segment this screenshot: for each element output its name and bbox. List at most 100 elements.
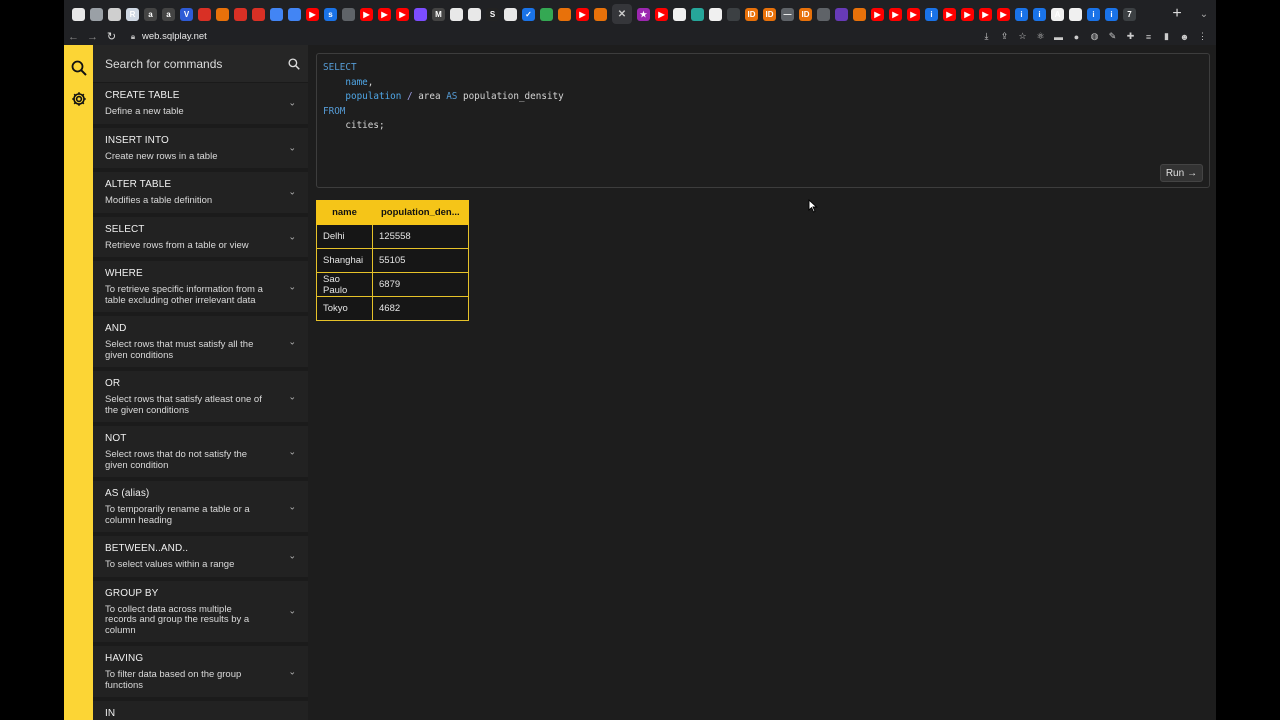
tab-leaf-icon[interactable] <box>468 7 481 21</box>
command-search-input[interactable] <box>105 56 288 71</box>
command-item[interactable]: CREATE TABLE Define a new table ⌄ <box>93 83 308 128</box>
command-item[interactable]: NOT Select rows that do not satisfy the g… <box>93 426 308 481</box>
share-icon[interactable]: ⇪ <box>999 31 1010 42</box>
bookmark-star-icon[interactable]: ☆ <box>1017 31 1028 42</box>
command-item[interactable]: BETWEEN..AND.. To select values within a … <box>93 536 308 581</box>
search-icon[interactable] <box>288 57 300 70</box>
tab-check-icon[interactable]: ✓ <box>522 7 535 21</box>
tab-info-icon[interactable]: i <box>1105 7 1118 21</box>
tab-blue-swirl-icon[interactable] <box>270 7 283 21</box>
tab-globe-icon[interactable] <box>90 7 103 21</box>
tab-a-logo-icon[interactable]: a <box>144 7 157 21</box>
tab-id-logo-icon[interactable]: ID <box>799 7 812 21</box>
tab-purple-box-icon[interactable] <box>835 7 848 21</box>
tab-teal-box-icon[interactable] <box>691 7 704 21</box>
chevron-down-icon[interactable]: ⌄ <box>288 336 296 347</box>
tab-doc-icon[interactable] <box>450 7 463 21</box>
tab-youtube-icon[interactable]: ▶ <box>396 7 409 21</box>
chevron-down-icon[interactable]: ⌄ <box>288 231 296 242</box>
install-icon[interactable]: ⤓ <box>981 31 992 42</box>
tab-r-logo-icon[interactable]: R <box>126 7 139 21</box>
tab-v-logo-icon[interactable]: V <box>180 7 193 21</box>
tab-blue-swirl-icon[interactable] <box>288 7 301 21</box>
tab-youtube-icon[interactable]: ▶ <box>306 7 319 21</box>
active-tab-close-icon[interactable]: ✕ <box>612 4 632 24</box>
extension-red-icon[interactable]: ▬ <box>1053 31 1064 42</box>
chevron-down-icon[interactable]: ⌄ <box>288 391 296 402</box>
tab-gmail-icon[interactable]: M <box>432 7 445 21</box>
command-item[interactable]: GROUP BY To collect data across multiple … <box>93 580 308 646</box>
tab-info-icon[interactable]: i <box>1033 7 1046 21</box>
command-item[interactable]: ALTER TABLE Modifies a table definition ⌄ <box>93 172 308 217</box>
tab-id-logo-icon[interactable]: ID <box>745 7 758 21</box>
chevron-down-icon[interactable]: ⌄ <box>288 142 296 153</box>
new-tab-button[interactable]: + <box>1162 5 1192 23</box>
tab-youtube-icon[interactable]: ▶ <box>943 7 956 21</box>
command-item[interactable]: AS (alias) To temporarily rename a table … <box>93 481 308 536</box>
back-arrow-icon[interactable]: ← <box>64 31 83 43</box>
command-item[interactable]: AND Select rows that must satisfy all the… <box>93 316 308 371</box>
tab-id-logo-icon[interactable]: ID <box>763 7 776 21</box>
tab-youtube-icon[interactable]: ▶ <box>889 7 902 21</box>
forward-arrow-icon[interactable]: → <box>83 31 102 43</box>
kebab-menu-icon[interactable]: ⋮ <box>1197 31 1208 42</box>
tab-info-icon[interactable]: i <box>925 7 938 21</box>
tab-search-chevron-icon[interactable]: ⌄ <box>1192 9 1216 20</box>
reload-icon[interactable]: ↻ <box>102 30 121 43</box>
tab-youtube-icon[interactable]: ▶ <box>378 7 391 21</box>
tab-star-icon[interactable]: ★ <box>637 7 650 21</box>
tab-github-icon[interactable] <box>709 7 722 21</box>
tab-red-box-icon[interactable] <box>198 7 211 21</box>
tab-youtube-icon[interactable]: ▶ <box>907 7 920 21</box>
tab-red-box-icon[interactable] <box>234 7 247 21</box>
chevron-down-icon[interactable]: ⌄ <box>288 281 296 292</box>
tab-info-icon[interactable]: i <box>1015 7 1028 21</box>
extensions-puzzle-icon[interactable]: ✚ <box>1125 31 1136 42</box>
tab-youtube-icon[interactable]: ▶ <box>360 7 373 21</box>
sql-code[interactable]: SELECT name, population / area AS popula… <box>323 61 564 134</box>
command-item[interactable]: HAVING To filter data based on the group … <box>93 646 308 701</box>
tab-youtube-icon[interactable]: ▶ <box>979 7 992 21</box>
tab-seven-icon[interactable]: 7 <box>1123 7 1136 21</box>
command-item[interactable]: WHERE To retrieve specific information fr… <box>93 261 308 316</box>
run-button[interactable]: Run → <box>1160 164 1203 182</box>
tab-orange-box-icon[interactable] <box>594 7 607 21</box>
tab-blue-s-icon[interactable]: s <box>324 7 337 21</box>
tab-circle-purple-icon[interactable] <box>414 7 427 21</box>
tab-youtube-icon[interactable]: ▶ <box>871 7 884 21</box>
tab-orange-box-icon[interactable] <box>853 7 866 21</box>
tab-info-icon[interactable]: i <box>1087 7 1100 21</box>
profile-avatar-icon[interactable]: ☻ <box>1179 31 1190 42</box>
tab-green-pin-icon[interactable] <box>540 7 553 21</box>
chevron-down-icon[interactable]: ⌄ <box>288 501 296 512</box>
reading-list-icon[interactable]: ≡ <box>1143 31 1154 42</box>
chevron-down-icon[interactable]: ⌄ <box>288 187 296 198</box>
command-item[interactable]: IN <box>93 701 308 720</box>
command-item[interactable]: OR Select rows that satisfy atleast one o… <box>93 371 308 426</box>
tab-youtube-icon[interactable]: ▶ <box>576 7 589 21</box>
url-text[interactable]: web.sqlplay.net <box>142 31 207 42</box>
tab-youtube-icon[interactable]: ▶ <box>997 7 1010 21</box>
tab-orange-box-icon[interactable] <box>558 7 571 21</box>
extension-circle-icon[interactable]: ● <box>1071 31 1082 42</box>
tab-orange-box-icon[interactable] <box>216 7 229 21</box>
chevron-down-icon[interactable]: ⌄ <box>288 666 296 677</box>
gear-icon[interactable] <box>64 84 93 114</box>
tab-github-icon[interactable] <box>673 7 686 21</box>
chevron-down-icon[interactable]: ⌄ <box>288 98 296 109</box>
tab-circle-target-icon[interactable] <box>108 7 121 21</box>
tab-chart-icon[interactable] <box>342 7 355 21</box>
chevron-down-icon[interactable]: ⌄ <box>288 606 296 617</box>
command-item[interactable]: INSERT INTO Create new rows in a table ⌄ <box>93 127 308 172</box>
tab-s-logo-icon[interactable]: S <box>486 7 499 21</box>
lock-icon[interactable]: 🔒︎ <box>127 32 139 42</box>
search-icon[interactable] <box>64 53 93 83</box>
tab-cube-icon[interactable] <box>504 7 517 21</box>
side-panel-icon[interactable]: ▮ <box>1161 31 1172 42</box>
tab-red-box-icon[interactable] <box>252 7 265 21</box>
tab-dash-icon[interactable]: — <box>781 7 794 21</box>
tab-a-logo-icon[interactable]: a <box>162 7 175 21</box>
tab-youtube-icon[interactable]: ▶ <box>655 7 668 21</box>
chevron-down-icon[interactable]: ⌄ <box>288 551 296 562</box>
tab-github-icon[interactable] <box>1069 7 1082 21</box>
